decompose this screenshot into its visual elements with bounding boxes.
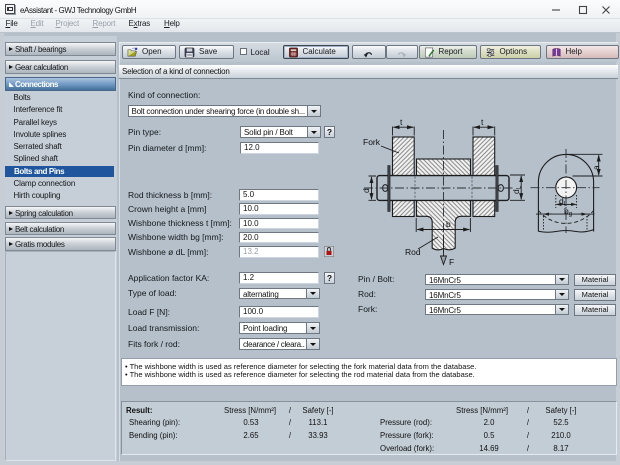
svg-text:t: t: [481, 117, 484, 127]
svg-text:Rod: Rod: [405, 247, 421, 257]
svg-text:t: t: [400, 117, 403, 127]
svg-text:F: F: [449, 257, 454, 267]
svg-text:b: b: [446, 219, 451, 229]
svg-text:Fork: Fork: [363, 137, 381, 147]
